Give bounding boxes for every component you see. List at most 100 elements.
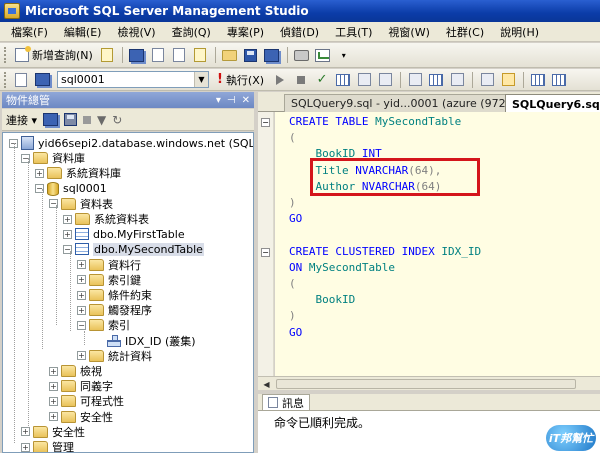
include-client-stats-button[interactable] (375, 71, 395, 89)
outdent-button[interactable] (528, 71, 548, 89)
tree-node[interactable]: − sql0001 (35, 181, 107, 197)
results-to-file-button[interactable] (447, 71, 467, 89)
menu-item[interactable]: 視窗(W) (383, 23, 434, 41)
collapse-region-icon[interactable]: − (261, 118, 270, 127)
tree-node[interactable]: + 系統資料表 (63, 211, 149, 227)
expand-icon[interactable]: + (63, 214, 72, 224)
execute-button[interactable]: ! 執行(X) (217, 72, 264, 88)
new-query-button[interactable]: 新增查詢(N) (11, 45, 97, 65)
expand-icon[interactable]: + (77, 305, 86, 315)
tree-node[interactable]: + 安全性 (49, 409, 113, 425)
print-button[interactable] (292, 46, 312, 64)
activity-monitor-button[interactable] (313, 46, 333, 64)
scroll-left-icon[interactable]: ◀ (260, 378, 273, 390)
results-to-text-button[interactable] (405, 71, 425, 89)
display-estimated-plan-button[interactable] (333, 71, 353, 89)
expand-icon[interactable]: + (63, 229, 72, 239)
tree-node[interactable]: + 條件約束 (77, 287, 152, 303)
query-editor[interactable]: CREATE TABLE MySecondTable( BookID INT T… (275, 112, 600, 376)
tab-messages[interactable]: 訊息 (262, 394, 310, 410)
cancel-query-button[interactable] (291, 71, 311, 89)
tab-query[interactable]: SQLQuery9.sql - yid...0001 (azure (972))… (284, 94, 527, 112)
collapse-icon[interactable]: − (77, 320, 86, 330)
new-file-button[interactable] (97, 46, 117, 64)
tree-node[interactable]: − 資料庫 (21, 150, 85, 166)
menu-item[interactable]: 編輯(E) (59, 23, 107, 41)
tree-node[interactable]: + 觸發程序 (77, 302, 152, 318)
menu-item[interactable]: 檢視(V) (112, 23, 160, 41)
tree-node[interactable]: + dbo.MyFirstTable (63, 226, 185, 242)
tree-node[interactable]: − yid66sepi2.database.windows.net (SQL Se (9, 135, 253, 151)
toolbar-grip[interactable] (4, 71, 7, 88)
collapse-region-icon[interactable]: − (261, 248, 270, 257)
xmla-query-button[interactable] (190, 46, 210, 64)
auto-hide-icon[interactable]: ⊣ (227, 95, 236, 106)
menu-item[interactable]: 社群(C) (441, 23, 489, 41)
editor-horizontal-scrollbar[interactable]: ◀ (258, 376, 600, 390)
tree-node[interactable]: IDX_ID (叢集) (95, 333, 196, 349)
folder-icon (33, 425, 48, 438)
expand-icon[interactable]: + (49, 412, 58, 422)
chevron-down-icon[interactable]: ▼ (194, 72, 208, 87)
comment-button[interactable] (498, 71, 518, 89)
analysis-query-button[interactable] (127, 46, 147, 64)
connect-dropdown[interactable]: 連接 ▾ (6, 112, 37, 128)
menu-item[interactable]: 偵錯(D) (275, 23, 324, 41)
toolbar-overflow-button[interactable]: ▾ (334, 46, 354, 64)
tree-node[interactable]: + 管理 (21, 439, 74, 452)
scroll-thumb[interactable] (276, 379, 576, 389)
expand-icon[interactable]: + (49, 381, 58, 391)
connect-server-icon[interactable] (43, 113, 59, 126)
tree-node[interactable]: + 可程式性 (49, 393, 124, 409)
expand-icon[interactable]: + (77, 260, 86, 270)
messages-pane: 命令已順利完成。 iT邦幫忙 (258, 410, 600, 453)
menu-item[interactable]: 檔案(F) (6, 23, 53, 41)
toolbar-grip[interactable] (4, 47, 7, 63)
tree-node[interactable]: + 統計資料 (77, 348, 152, 364)
expand-icon[interactable]: + (35, 168, 44, 178)
save-all-button[interactable] (262, 46, 282, 64)
disconnect-icon[interactable] (64, 113, 78, 126)
expand-icon[interactable]: + (77, 275, 86, 285)
close-icon[interactable]: ✕ (242, 95, 250, 106)
menu-item[interactable]: 專案(P) (222, 23, 269, 41)
open-file-button[interactable] (220, 46, 240, 64)
stop-icon[interactable] (83, 115, 92, 124)
database-select[interactable]: sql0001 ▼ (57, 71, 209, 88)
tree-node[interactable]: + 同義字 (49, 378, 113, 394)
expand-icon[interactable]: + (21, 427, 30, 437)
tree-node[interactable]: + 索引鍵 (77, 272, 141, 288)
query-designer-button[interactable] (354, 71, 374, 89)
tree-node[interactable]: + 系統資料庫 (35, 165, 121, 181)
code-line: ( (289, 276, 296, 292)
tree-node[interactable]: − 資料表 (49, 196, 113, 212)
parse-button[interactable]: ✓ (312, 71, 332, 89)
expand-icon[interactable]: + (77, 351, 86, 361)
filter-icon[interactable]: ▼ (97, 113, 106, 127)
mdx-query-button[interactable] (148, 46, 168, 64)
tree-node-label: 索引 (108, 319, 130, 333)
save-button[interactable] (241, 46, 261, 64)
menu-item[interactable]: 說明(H) (495, 23, 544, 41)
expand-icon[interactable]: + (49, 396, 58, 406)
expand-icon[interactable]: + (77, 290, 86, 300)
indent-button[interactable] (549, 71, 569, 89)
change-connection-button[interactable] (32, 71, 52, 89)
expand-icon[interactable]: + (21, 442, 30, 452)
tree-node[interactable]: + 資料行 (77, 257, 141, 273)
tree-node[interactable]: + 安全性 (21, 424, 85, 440)
menu-item[interactable]: 工具(T) (330, 23, 377, 41)
results-to-grid-button[interactable] (426, 71, 446, 89)
dmx-query-button[interactable] (169, 46, 189, 64)
show-results-pane-button[interactable] (477, 71, 497, 89)
tab-active-query[interactable]: SQLQuery6.sql - (505, 94, 600, 113)
expand-icon[interactable]: + (49, 366, 58, 376)
pin-icon[interactable]: ▾ (216, 95, 221, 106)
menu-item[interactable]: 查詢(Q) (167, 23, 216, 41)
refresh-icon[interactable]: ↻ (112, 113, 122, 127)
connect-button[interactable] (11, 71, 31, 89)
sql-punctuation: (64) (414, 179, 442, 193)
tree-node[interactable]: + 檢視 (49, 363, 102, 379)
debug-button[interactable] (270, 71, 290, 89)
tree-node[interactable]: − dbo.MySecondTable (63, 241, 204, 257)
